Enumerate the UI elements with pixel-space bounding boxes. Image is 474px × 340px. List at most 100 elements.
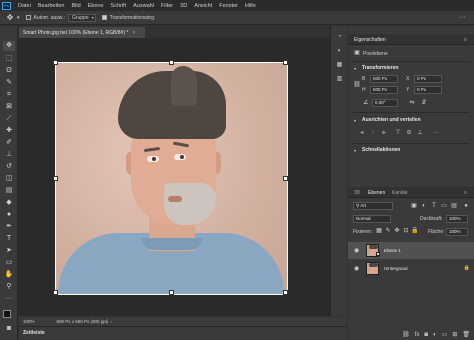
libraries-panel-icon[interactable]: ▥ xyxy=(334,74,345,84)
panel-menu-icon[interactable]: ≡ xyxy=(464,190,467,196)
lasso-tool-icon[interactable]: ʘ xyxy=(3,66,15,76)
blur-tool-icon[interactable]: ◆ xyxy=(3,198,15,208)
menu-item-ansicht[interactable]: Ansicht xyxy=(194,3,212,9)
link-icon[interactable]: ⛓ xyxy=(353,81,361,89)
brush-tool-icon[interactable]: ✐ xyxy=(3,138,15,148)
visibility-eye-icon[interactable]: ◉ xyxy=(354,247,359,254)
crop-tool-icon[interactable]: ⌗ xyxy=(3,90,15,100)
chevron-down-icon[interactable]: ▾ xyxy=(354,148,356,153)
menu-item-bearbeiten[interactable]: Bearbeiten xyxy=(38,3,65,9)
new-layer-icon[interactable]: ⊞ xyxy=(452,331,457,338)
document-tab[interactable]: Smart Photo.jpg bei 100% (Ebene 1, RGB/8… xyxy=(19,27,145,38)
link-layers-icon[interactable]: ⛓ xyxy=(402,331,410,338)
zoom-tool-icon[interactable]: ⚲ xyxy=(3,282,15,292)
menu-item-hilfe[interactable]: Hilfe xyxy=(245,3,256,9)
fill-input[interactable]: 100% xyxy=(446,228,468,236)
width-input[interactable]: 500 Px xyxy=(370,75,398,83)
filter-toggle-icon[interactable]: ● xyxy=(462,202,470,210)
align-section-title[interactable]: Ausrichten und verteilen xyxy=(362,117,421,123)
foreground-color-swatch[interactable] xyxy=(3,310,11,318)
tab-properties[interactable]: Eigenschaften xyxy=(354,37,386,43)
transform-handle-bottom-right[interactable] xyxy=(283,290,288,295)
close-tab-icon[interactable]: × xyxy=(132,30,135,36)
menu-item-filter[interactable]: Filter xyxy=(161,3,173,9)
eyedropper-tool-icon[interactable]: ⟋ xyxy=(3,114,15,124)
dodge-tool-icon[interactable]: ● xyxy=(3,210,15,220)
type-tool-icon[interactable]: T xyxy=(3,234,15,244)
transform-controls-checkbox[interactable] xyxy=(101,15,107,20)
visibility-eye-icon[interactable]: ◉ xyxy=(354,265,359,272)
gradient-tool-icon[interactable]: ▤ xyxy=(3,186,15,196)
align-right-icon[interactable]: ⫸ xyxy=(380,129,388,137)
swatches-panel-icon[interactable]: ▦ xyxy=(334,60,345,70)
transform-handle-top-right[interactable] xyxy=(283,60,288,65)
status-arrow-icon[interactable]: › xyxy=(110,319,112,324)
lock-artboard-icon[interactable]: ⊡ xyxy=(402,227,410,235)
menu-item-auswahl[interactable]: Auswahl xyxy=(133,3,154,9)
align-bottom-icon[interactable]: ⊥ xyxy=(416,129,424,137)
history-brush-tool-icon[interactable]: ↺ xyxy=(3,162,15,172)
chevron-down-icon[interactable]: ▾ xyxy=(354,66,356,71)
tab-channels[interactable]: Kanäle xyxy=(392,190,408,196)
filter-smart-object-icon[interactable]: ▤ xyxy=(450,202,458,210)
layer-row[interactable]: ◉ Ebene 1 xyxy=(348,242,474,259)
stamp-tool-icon[interactable]: ⊥ xyxy=(3,150,15,160)
panel-menu-icon[interactable]: ≡ xyxy=(464,37,467,43)
flip-horizontal-icon[interactable]: ⇋ xyxy=(408,99,416,107)
angle-input[interactable]: 0,00° xyxy=(372,99,398,107)
lock-icon[interactable]: 🔒 xyxy=(464,265,470,271)
transform-handle-top-left[interactable] xyxy=(53,60,58,65)
lock-position-icon[interactable]: ✥ xyxy=(393,227,401,235)
adjustments-panel-icon[interactable]: ◐ xyxy=(334,46,345,56)
healing-brush-tool-icon[interactable]: ✚ xyxy=(3,126,15,136)
auto-select-checkbox[interactable] xyxy=(25,15,31,20)
filter-shape-icon[interactable]: ▭ xyxy=(440,202,448,210)
lock-paint-icon[interactable]: ✎ xyxy=(384,227,392,235)
lock-pixels-icon[interactable]: ▦ xyxy=(375,227,383,235)
path-select-tool-icon[interactable]: ➤ xyxy=(3,246,15,256)
history-panel-icon[interactable]: ◔ xyxy=(334,32,345,42)
more-tools-icon[interactable]: ··· xyxy=(3,294,15,304)
tab-3d[interactable]: 3D xyxy=(354,190,360,196)
delete-layer-icon[interactable]: 🗑 xyxy=(462,331,470,338)
move-tool-icon[interactable]: ✥ xyxy=(3,41,15,51)
more-align-options-icon[interactable]: ··· xyxy=(432,129,440,137)
tab-layers[interactable]: Ebenen xyxy=(368,190,385,196)
menu-item-bild[interactable]: Bild xyxy=(71,3,80,9)
timeline-tab[interactable]: Zeitleiste xyxy=(23,330,45,336)
menu-item-3d[interactable]: 3D xyxy=(180,3,187,9)
transform-handle-left[interactable] xyxy=(53,176,58,181)
menu-item-schrift[interactable]: Schrift xyxy=(111,3,127,9)
add-mask-icon[interactable]: ◙ xyxy=(424,332,428,338)
transform-bounding-box[interactable] xyxy=(53,60,288,295)
align-left-icon[interactable]: ⫷ xyxy=(358,129,366,137)
height-input[interactable]: 500 Px xyxy=(370,86,398,94)
transform-handle-bottom[interactable] xyxy=(169,290,174,295)
filter-adjustment-icon[interactable]: ◐ xyxy=(420,202,428,210)
photoshop-logo-icon[interactable]: Ps xyxy=(2,1,11,10)
more-options-icon[interactable]: ··· xyxy=(459,14,466,21)
quick-select-tool-icon[interactable]: ✎ xyxy=(3,78,15,88)
chevron-down-icon[interactable]: ▾ xyxy=(354,118,356,123)
new-group-icon[interactable]: ▭ xyxy=(442,331,448,338)
layer-style-icon[interactable]: fx xyxy=(415,332,420,338)
lock-all-icon[interactable]: 🔒 xyxy=(411,227,419,235)
frame-tool-icon[interactable]: ⊠ xyxy=(3,102,15,112)
menu-item-ebene[interactable]: Ebene xyxy=(88,3,104,9)
opacity-input[interactable]: 100% xyxy=(446,215,468,223)
move-tool-preset-icon[interactable]: ✥ xyxy=(3,12,17,23)
layer-row[interactable]: ◉ Hintergrund 🔒 xyxy=(348,260,474,277)
shape-tool-icon[interactable]: ▭ xyxy=(3,258,15,268)
transform-handle-top[interactable] xyxy=(169,60,174,65)
quick-mask-icon[interactable]: ◙ xyxy=(3,324,15,334)
align-vcenter-icon[interactable]: ⊝ xyxy=(405,129,413,137)
menu-item-fenster[interactable]: Fenster xyxy=(219,3,238,9)
hand-tool-icon[interactable]: ✋ xyxy=(3,270,15,280)
marquee-tool-icon[interactable]: ⬚ xyxy=(3,54,15,64)
filter-type-icon[interactable]: T xyxy=(430,202,438,210)
quick-actions-section-title[interactable]: Schnellaktionen xyxy=(362,147,400,153)
y-input[interactable]: 0 Px xyxy=(414,86,442,94)
flip-vertical-icon[interactable]: ⇵ xyxy=(420,99,428,107)
align-top-icon[interactable]: ⊤ xyxy=(394,129,402,137)
zoom-level[interactable]: 100% xyxy=(23,319,35,324)
